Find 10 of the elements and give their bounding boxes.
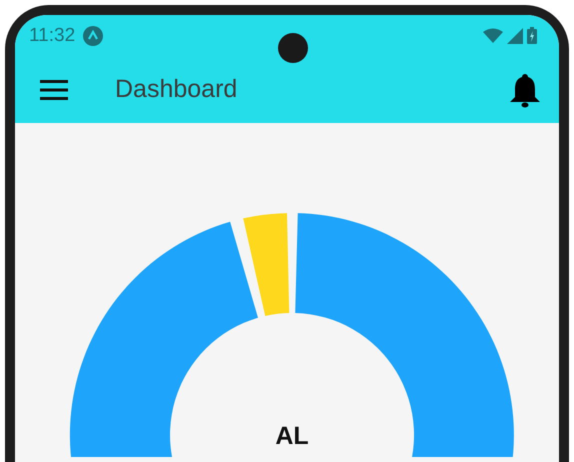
camera-icon: [278, 33, 308, 63]
app-notification-icon: [83, 26, 104, 46]
wifi-icon: [483, 28, 503, 44]
menu-icon[interactable]: [40, 78, 68, 101]
battery-icon: [527, 27, 537, 44]
signal-icon: [507, 28, 523, 44]
notification-bell-icon[interactable]: [509, 72, 541, 108]
donut-center-label: AL: [275, 422, 309, 450]
status-time: 11:32: [29, 24, 76, 47]
screen-title: Dashboard: [115, 75, 238, 104]
